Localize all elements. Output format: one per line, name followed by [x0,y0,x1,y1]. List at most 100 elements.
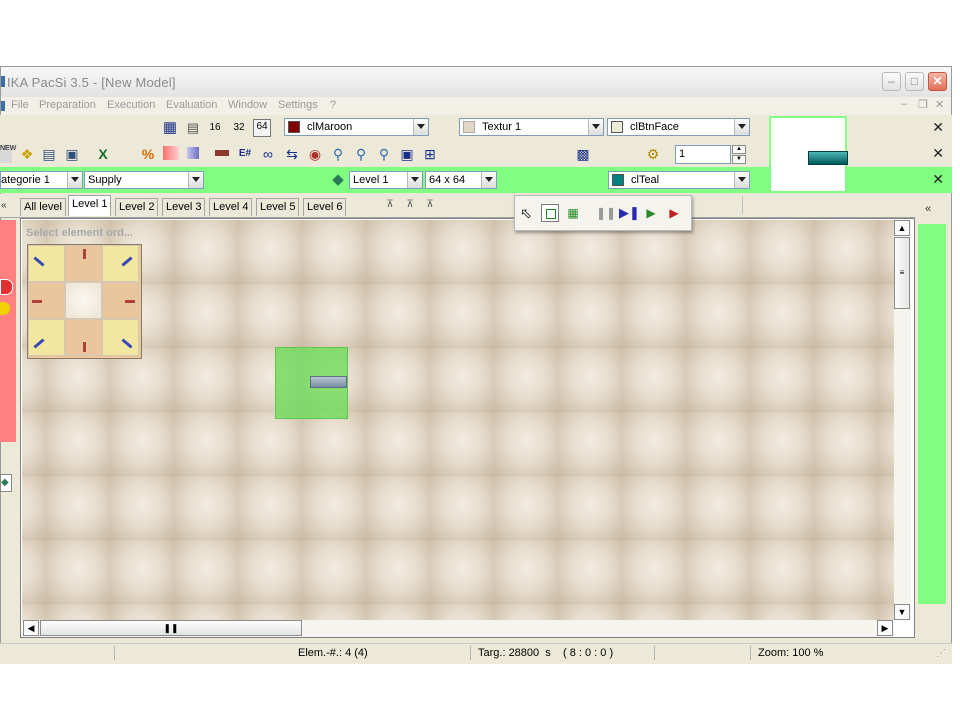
menu-settings[interactable]: Settings [278,99,318,111]
counter-spinner[interactable]: 1 ▲ ▼ [675,145,747,164]
spin-down-icon[interactable]: ▼ [732,155,746,164]
step-icon[interactable]: ▶❚ [619,204,640,222]
pause-icon[interactable]: ❚❚ [596,204,616,222]
layout-canvas[interactable]: Select element ord... [22,220,894,620]
chevron-down-icon[interactable] [188,172,203,188]
save-icon[interactable]: ▤ [40,145,58,163]
chevron-down-icon[interactable] [588,119,603,135]
grid-fine-icon[interactable]: ▤ [184,119,202,137]
select-rect-icon[interactable] [541,204,559,222]
chevron-down-icon[interactable] [734,172,749,188]
level-down-icon[interactable]: ⊼ [421,196,439,214]
gradient-red-icon[interactable] [163,146,179,160]
open-icon[interactable]: ❖ [18,145,36,163]
zoom-in-icon[interactable]: ⚲ [375,145,393,163]
element-color-combo[interactable]: clTeal [608,171,750,189]
level-combo[interactable]: Level 1 [349,171,423,189]
maximize-button[interactable]: □ [905,72,924,91]
direction-nw[interactable] [28,245,65,282]
diamond-arrow-icon[interactable]: ◆ [329,171,347,189]
vertical-scrollbar[interactable]: ▲ ≡ ▼ [894,220,911,620]
play-icon[interactable]: ▶ [642,204,660,222]
new-icon[interactable]: NEW [0,145,16,163]
menu-window[interactable]: Window [228,99,267,111]
scroll-thumb-vertical[interactable]: ≡ [894,237,910,309]
background-combo[interactable]: clBtnFace [607,118,750,136]
direction-ne[interactable] [102,245,139,282]
title-bar[interactable]: IKA PacSi 3.5 - [New Model] – □ ✕ [1,67,951,98]
grid-16-button[interactable]: 16 [206,119,224,137]
tab-level-6[interactable]: Level 6 [303,198,347,216]
run-fast-icon[interactable]: ▶ [665,204,683,222]
menu-help[interactable]: ? [330,99,336,111]
tab-level-2[interactable]: Level 2 [115,198,159,216]
zoom-icon[interactable]: ⚲ [329,145,347,163]
percent-icon[interactable]: % [139,145,157,163]
category-combo[interactable]: ategorie 1 [0,171,83,189]
color-combo[interactable]: clMaroon [284,118,429,136]
expand-right-icon[interactable]: « [925,203,931,215]
exchange-icon[interactable]: ⇆ [283,145,301,163]
mdi-minimize-icon[interactable]: – [901,98,907,110]
direction-center[interactable] [65,282,102,319]
chevron-down-icon[interactable] [407,172,422,188]
mdi-close-icon[interactable]: ✕ [935,98,944,111]
menu-evaluation[interactable]: Evaluation [166,99,217,111]
tab-level-1[interactable]: Level 1 [68,195,112,216]
size-combo[interactable]: 64 x 64 [425,171,497,189]
chevron-down-icon[interactable] [67,172,82,188]
tab-level-3[interactable]: Level 3 [162,198,206,216]
menu-execution[interactable]: Execution [107,99,155,111]
play-diamond-icon[interactable]: ◆ [0,474,12,492]
menu-file[interactable]: File [11,99,29,111]
scroll-left-icon[interactable]: ◀ [23,620,39,636]
level-top-icon[interactable]: ⊼ [401,196,419,214]
scroll-down-icon[interactable]: ▼ [894,604,910,620]
gradient-blue-icon[interactable] [187,147,199,159]
stop-icon[interactable] [0,279,13,295]
minimize-button[interactable]: – [882,72,901,91]
spin-up-icon[interactable]: ▲ [732,145,746,154]
e-hash-icon[interactable]: E# [236,145,254,163]
link-icon[interactable]: ∞ [259,145,277,163]
mdi-restore-icon[interactable]: ❐ [918,98,928,111]
grid-32-button[interactable]: 32 [230,119,248,137]
chevron-down-icon[interactable] [734,119,749,135]
direction-s[interactable] [65,319,102,356]
grid-icon[interactable]: ▦ [161,119,179,137]
tab-level-5[interactable]: Level 5 [256,198,300,216]
resize-grip-icon[interactable]: ⋰ [936,648,946,659]
horizontal-scrollbar[interactable]: ◀ ❚❚ ▶ [22,620,894,637]
block-icon[interactable] [215,150,229,156]
save-as-icon[interactable]: ▣ [63,145,81,163]
direction-n[interactable] [65,245,102,282]
grid-64-button[interactable]: 64 [253,119,271,137]
tab-level-4[interactable]: Level 4 [209,198,253,216]
scroll-thumb-horizontal[interactable]: ❚❚ [40,620,302,636]
supply-element[interactable] [310,376,347,388]
toolbar-close-icon[interactable]: ✕ [932,120,944,134]
excel-icon[interactable]: X [94,145,112,163]
people-icon[interactable]: ⚙ [644,145,662,163]
type-combo[interactable]: Supply [84,171,204,189]
direction-se[interactable] [102,319,139,356]
arrange-icon[interactable]: ⊞ [421,145,439,163]
menu-preparation[interactable]: Preparation [39,99,96,111]
zoom-out-icon[interactable]: ⚲ [352,145,370,163]
level-up-icon[interactable]: ⊼ [381,196,399,214]
collapse-left-icon[interactable]: « [1,200,7,211]
close-button[interactable]: ✕ [928,72,947,91]
multi-select-icon[interactable]: ▦ [564,204,582,222]
direction-w[interactable] [28,282,65,319]
counter-input[interactable]: 1 [675,145,731,164]
chevron-down-icon[interactable] [481,172,496,188]
scroll-right-icon[interactable]: ▶ [877,620,893,636]
zoom-red-icon[interactable]: ◉ [306,145,324,163]
texture-combo[interactable]: Textur 1 [459,118,604,136]
fit-window-icon[interactable]: ▣ [398,145,416,163]
direction-e[interactable] [102,282,139,319]
scroll-up-icon[interactable]: ▲ [894,220,910,236]
toolbar-close-icon[interactable]: ✕ [932,172,944,186]
toolbar-close-icon[interactable]: ✕ [932,146,944,160]
tab-all-level[interactable]: All level [20,198,66,216]
